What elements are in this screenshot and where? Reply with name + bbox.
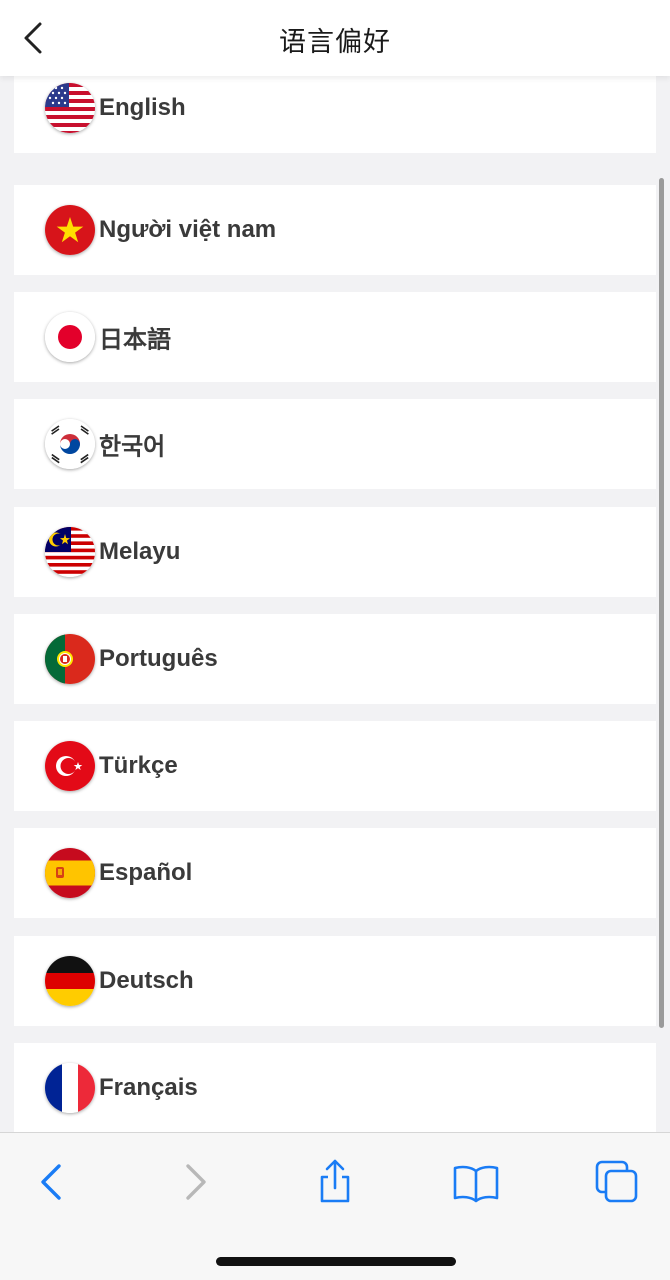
language-label: Français: [99, 1074, 198, 1101]
portugal-flag-icon: [45, 634, 95, 684]
language-item-turkish[interactable]: Türkçe: [14, 721, 656, 811]
browser-forward-button[interactable]: [170, 1157, 220, 1207]
language-label: Español: [99, 859, 193, 886]
malaysia-flag-icon: [45, 527, 95, 577]
language-item-japanese[interactable]: 日本語: [14, 292, 656, 382]
language-item-portuguese[interactable]: Português: [14, 614, 656, 704]
language-label: Người việt nam: [99, 216, 277, 243]
language-list: English Người việt nam 日本語 한국어 Melayu Po…: [0, 76, 670, 1132]
france-flag-icon: [45, 1063, 95, 1113]
tabs-button[interactable]: [592, 1157, 642, 1207]
language-item-french[interactable]: Français: [14, 1043, 656, 1132]
language-label: English: [99, 94, 186, 121]
language-label: Melayu: [99, 538, 181, 565]
browser-forward-icon: [186, 1164, 206, 1200]
share-button[interactable]: [310, 1157, 360, 1207]
language-item-malay[interactable]: Melayu: [14, 507, 656, 597]
korea-flag-icon: [45, 419, 95, 469]
scrollbar[interactable]: [659, 178, 664, 1028]
language-label: Português: [99, 645, 218, 672]
language-item-vietnamese[interactable]: Người việt nam: [14, 185, 656, 275]
share-icon: [320, 1159, 350, 1203]
spain-flag-icon: [45, 848, 95, 898]
language-label: 한국어: [99, 433, 166, 461]
language-item-german[interactable]: Deutsch: [14, 936, 656, 1026]
vietnam-flag-icon: [45, 205, 95, 255]
japan-flag-icon: [45, 312, 95, 362]
home-indicator: [216, 1257, 456, 1266]
browser-back-button[interactable]: [27, 1157, 77, 1207]
germany-flag-icon: [45, 956, 95, 1006]
nav-header: 语言偏好: [0, 0, 670, 76]
language-label: Deutsch: [99, 967, 194, 994]
turkey-flag-icon: [45, 741, 95, 791]
language-label: Türkçe: [99, 752, 178, 779]
language-item-korean[interactable]: 한국어: [14, 399, 656, 489]
tabs-icon: [595, 1160, 638, 1203]
bookmarks-icon: [453, 1165, 499, 1203]
language-item-spanish[interactable]: Español: [14, 828, 656, 918]
bookmarks-button[interactable]: [451, 1157, 501, 1207]
us-flag-icon: [45, 83, 95, 133]
language-label: 日本語: [99, 326, 171, 354]
page-title: 语言偏好: [279, 27, 391, 58]
language-item-english[interactable]: English: [14, 76, 656, 153]
browser-back-icon: [41, 1164, 61, 1200]
browser-toolbar: [0, 1132, 670, 1280]
